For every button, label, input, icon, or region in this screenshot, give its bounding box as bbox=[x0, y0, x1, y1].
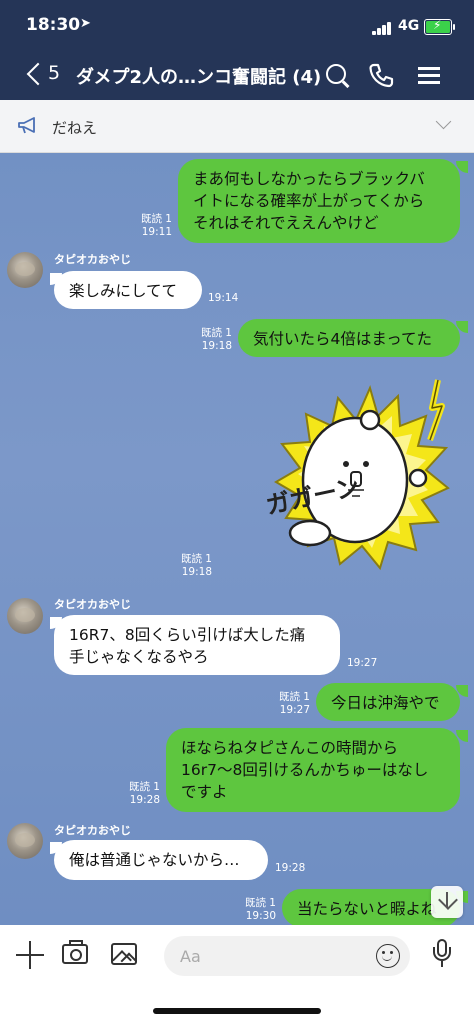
home-indicator bbox=[153, 1008, 321, 1014]
location-arrow-icon: ➤ bbox=[80, 16, 91, 31]
message-meta: 既読 1 19:11 bbox=[140, 213, 172, 238]
top-bar: 18:30 ➤ 4G ⚡ 5 ダメプ2人の…ンコ奮闘記 (4) bbox=[0, 0, 474, 100]
message-bubble[interactable]: 16R7、8回くらい引けば大した痛 手じゃなくなるやろ bbox=[54, 615, 340, 675]
arrow-down-icon bbox=[438, 890, 458, 910]
unread-count: 5 bbox=[48, 62, 61, 84]
announcement-bar[interactable]: だねえ bbox=[0, 100, 474, 153]
message-bubble[interactable]: まあ何もしなかったらブラックバ イトになる確率が上がってくから それはそれでええ… bbox=[178, 159, 460, 243]
announcement-text: だねえ bbox=[52, 119, 98, 137]
megaphone-icon bbox=[18, 117, 35, 134]
sender-name: タピオカおやじ bbox=[54, 253, 131, 266]
signal-icon bbox=[372, 21, 394, 35]
status-time: 18:30 bbox=[26, 15, 81, 35]
image-icon[interactable] bbox=[111, 943, 137, 965]
search-icon[interactable] bbox=[324, 62, 352, 90]
chevron-left-icon bbox=[26, 62, 50, 86]
message-meta: 既読 1 19:18 bbox=[200, 327, 232, 352]
back-button[interactable]: 5 bbox=[24, 60, 68, 92]
input-bar bbox=[0, 925, 474, 1024]
message-input[interactable] bbox=[164, 936, 410, 976]
message-time: 19:14 bbox=[208, 292, 239, 304]
menu-icon[interactable] bbox=[416, 62, 444, 90]
message-meta: 既読 1 19:30 bbox=[244, 897, 276, 922]
message-bubble[interactable]: 気付いたら4倍はまってた bbox=[238, 319, 460, 357]
message-time: 19:28 bbox=[275, 862, 306, 874]
chevron-down-icon[interactable] bbox=[435, 113, 452, 130]
network-type: 4G bbox=[398, 18, 420, 34]
shocked-bear-sticker[interactable]: ガガーン bbox=[220, 368, 450, 583]
message-time: 19:27 bbox=[347, 657, 378, 669]
chat-area[interactable]: まあ何もしなかったらブラックバ イトになる確率が上がってくから それはそれでええ… bbox=[0, 153, 474, 925]
message-bubble[interactable]: 楽しみにしてて bbox=[54, 271, 202, 309]
message-bubble[interactable]: ほならねタピさんこの時間から 16r7〜8回引けるんかちゅーはなし ですよ bbox=[166, 728, 460, 812]
avatar[interactable] bbox=[7, 598, 43, 634]
chat-title[interactable]: ダメプ2人の…ンコ奮闘記 (4) bbox=[76, 63, 321, 89]
sender-name: タピオカおやじ bbox=[54, 824, 131, 837]
message-meta: 既読 1 19:27 bbox=[278, 691, 310, 716]
avatar[interactable] bbox=[7, 823, 43, 859]
message-meta: 既読 1 19:18 bbox=[180, 553, 212, 578]
scroll-to-bottom-button[interactable] bbox=[431, 886, 463, 918]
plus-icon[interactable] bbox=[16, 941, 44, 969]
avatar[interactable] bbox=[7, 252, 43, 288]
message-bubble[interactable]: 今日は沖海やで bbox=[316, 683, 460, 721]
battery-icon: ⚡ bbox=[424, 18, 452, 35]
emoji-icon[interactable] bbox=[376, 944, 400, 968]
phone-icon[interactable] bbox=[368, 62, 396, 90]
sender-name: タピオカおやじ bbox=[54, 598, 131, 611]
message-meta: 既読 1 19:28 bbox=[128, 781, 160, 806]
microphone-icon[interactable] bbox=[432, 939, 452, 969]
message-bubble[interactable]: 俺は普通じゃないから… bbox=[54, 840, 268, 880]
camera-icon[interactable] bbox=[62, 940, 88, 964]
